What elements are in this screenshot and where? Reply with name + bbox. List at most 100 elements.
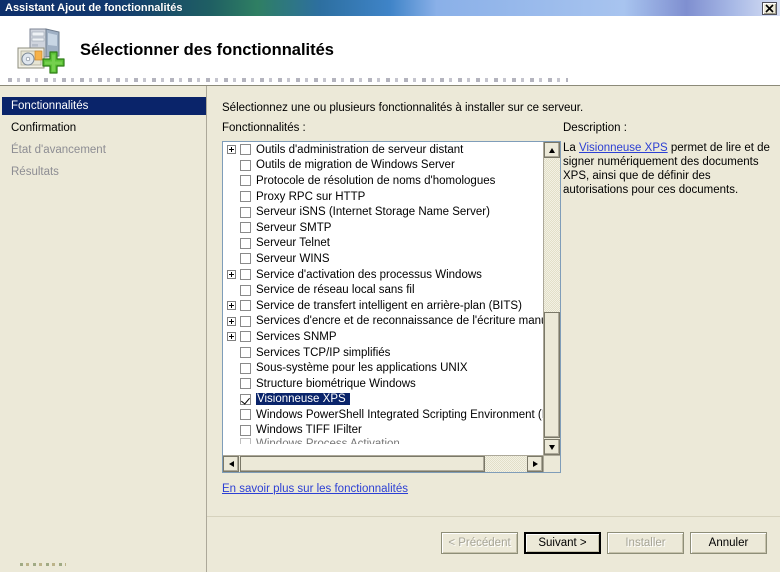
feature-list-item[interactable]: Proxy RPC sur HTTP <box>223 189 543 205</box>
expand-plus-icon[interactable] <box>227 316 236 326</box>
feature-label: Windows PowerShell Integrated Scripting … <box>256 408 543 421</box>
install-button: Installer <box>607 532 684 554</box>
cancel-button-label: Annuler <box>708 537 749 549</box>
feature-list-item[interactable]: Windows Process Activation <box>223 438 543 445</box>
arrow-right-glyph <box>532 461 538 467</box>
feature-list-item[interactable]: Serveur WINS <box>223 251 543 267</box>
features-list-viewport[interactable]: Outils d'administration de serveur dista… <box>223 142 543 455</box>
checkbox-icon[interactable] <box>240 378 251 390</box>
scroll-left-icon[interactable] <box>223 456 239 472</box>
checkbox-icon[interactable] <box>240 424 251 436</box>
checkbox-icon[interactable] <box>240 144 251 156</box>
feature-list-item[interactable]: Service de transfert intelligent en arri… <box>223 298 543 314</box>
horizontal-scrollbar[interactable] <box>223 455 543 472</box>
checkbox-icon[interactable] <box>240 191 251 203</box>
cancel-button[interactable]: Annuler <box>690 532 767 554</box>
expander-placeholder <box>227 410 236 419</box>
expander-placeholder <box>227 161 236 170</box>
expand-plus-icon[interactable] <box>227 332 236 342</box>
footer-separator <box>207 516 780 517</box>
feature-label: Services TCP/IP simplifiés <box>256 346 391 359</box>
expander-placeholder <box>227 379 236 388</box>
next-button-label: Suivant > <box>538 537 587 549</box>
wizard-button-row: < Précédent Suivant > Installer Annuler <box>441 532 767 554</box>
sidebar-item-confirmation[interactable]: Confirmation <box>0 119 206 137</box>
vertical-scroll-thumb[interactable] <box>544 312 560 438</box>
feature-label: Structure biométrique Windows <box>256 377 416 390</box>
vertical-scrollbar[interactable] <box>543 142 560 455</box>
feature-list-item[interactable]: Serveur SMTP <box>223 220 543 236</box>
sidebar-item-label: État d'avancement <box>11 144 106 156</box>
expander-placeholder <box>227 223 236 232</box>
feature-list-item[interactable]: Windows PowerShell Integrated Scripting … <box>223 407 543 423</box>
checkbox-icon[interactable] <box>240 237 251 249</box>
expander-placeholder <box>227 286 236 295</box>
sidebar-item-fonctionnalites[interactable]: Fonctionnalités <box>2 97 207 115</box>
expand-plus-icon[interactable] <box>227 301 236 311</box>
arrow-down-glyph <box>549 444 555 450</box>
scroll-right-icon[interactable] <box>527 456 543 472</box>
feature-label: Service d'activation des processus Windo… <box>256 268 482 281</box>
feature-list-item[interactable]: Serveur iSNS (Internet Storage Name Serv… <box>223 204 543 220</box>
description-panel: La Visionneuse XPS permet de lire et de … <box>563 141 771 473</box>
expander-placeholder <box>227 438 236 444</box>
features-list-label: Fonctionnalités : <box>222 122 306 134</box>
arrow-up-glyph <box>549 147 555 153</box>
banner-watermark <box>8 78 568 82</box>
server-add-icon <box>10 26 70 78</box>
sidebar-item-etat-davancement: État d'avancement <box>0 141 206 159</box>
sidebar-step-list: Fonctionnalités Confirmation État d'avan… <box>0 86 207 181</box>
scroll-up-icon[interactable] <box>544 142 560 158</box>
expand-plus-icon[interactable] <box>227 270 236 280</box>
checkbox-icon[interactable] <box>240 362 251 374</box>
window-title: Assistant Ajout de fonctionnalités <box>5 2 183 14</box>
sidebar-item-label: Confirmation <box>11 122 77 134</box>
learn-more-link[interactable]: En savoir plus sur les fonctionnalités <box>222 483 408 495</box>
feature-list-item[interactable]: Sous-système pour les applications UNIX <box>223 360 543 376</box>
feature-list-item[interactable]: Outils d'administration de serveur dista… <box>223 142 543 158</box>
expander-placeholder <box>227 192 236 201</box>
feature-list-item[interactable]: Services SNMP <box>223 329 543 345</box>
page-title: Sélectionner des fonctionnalités <box>80 41 334 59</box>
feature-label: Services SNMP <box>256 330 337 343</box>
checkbox-icon[interactable] <box>240 159 251 171</box>
checkbox-icon[interactable] <box>240 315 251 327</box>
feature-list-item[interactable]: Service de réseau local sans fil <box>223 282 543 298</box>
feature-list-item[interactable]: Services d'encre et de reconnaissance de… <box>223 314 543 330</box>
checkbox-icon[interactable] <box>240 253 251 265</box>
feature-list-item[interactable]: Protocole de résolution de noms d'homolo… <box>223 173 543 189</box>
feature-label: Visionneuse XPS <box>256 393 350 406</box>
scroll-down-icon[interactable] <box>544 439 560 455</box>
wizard-steps-sidebar: Fonctionnalités Confirmation État d'avan… <box>0 86 207 572</box>
expand-plus-icon[interactable] <box>227 145 236 155</box>
close-icon[interactable] <box>762 1 777 15</box>
checkbox-icon[interactable] <box>240 206 251 218</box>
back-button: < Précédent <box>441 532 518 554</box>
feature-list-item[interactable]: Outils de migration de Windows Server <box>223 158 543 174</box>
expander-placeholder <box>227 348 236 357</box>
description-link[interactable]: Visionneuse XPS <box>579 142 668 154</box>
checkbox-icon[interactable] <box>240 300 251 312</box>
title-bar: Assistant Ajout de fonctionnalités <box>0 0 780 16</box>
checkbox-icon[interactable] <box>240 269 251 281</box>
checkbox-icon[interactable] <box>240 347 251 359</box>
checkbox-icon[interactable] <box>240 284 251 296</box>
checkbox-icon[interactable] <box>240 409 251 421</box>
checkbox-icon[interactable] <box>240 222 251 234</box>
horizontal-scroll-thumb[interactable] <box>240 456 485 472</box>
checkbox-icon[interactable] <box>240 175 251 187</box>
checkbox-icon[interactable] <box>240 331 251 343</box>
feature-list-item[interactable]: Services TCP/IP simplifiés <box>223 345 543 361</box>
feature-list-item[interactable]: Windows TIFF IFilter <box>223 423 543 439</box>
feature-label: Serveur iSNS (Internet Storage Name Serv… <box>256 206 490 219</box>
features-listbox[interactable]: Outils d'administration de serveur dista… <box>222 141 561 473</box>
feature-list-item[interactable]: Visionneuse XPS <box>223 392 543 408</box>
checkbox-icon[interactable] <box>240 438 251 445</box>
next-button[interactable]: Suivant > <box>524 532 601 554</box>
checkbox-checked-icon[interactable] <box>240 393 251 405</box>
feature-list-item[interactable]: Service d'activation des processus Windo… <box>223 267 543 283</box>
feature-label: Sous-système pour les applications UNIX <box>256 362 468 375</box>
feature-label: Service de réseau local sans fil <box>256 284 415 297</box>
feature-list-item[interactable]: Structure biométrique Windows <box>223 376 543 392</box>
feature-list-item[interactable]: Serveur Telnet <box>223 236 543 252</box>
